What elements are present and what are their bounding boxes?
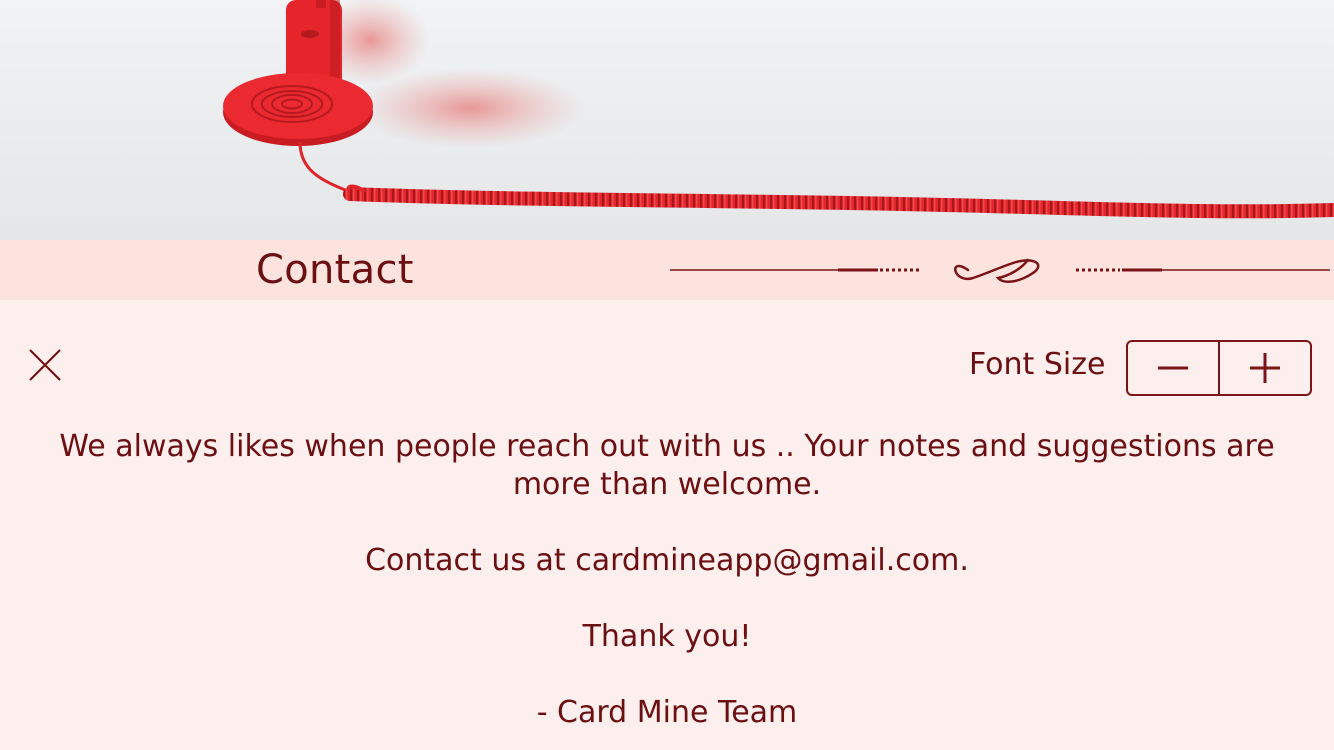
signature-text: - Card Mine Team	[536, 695, 798, 730]
page-title: Contact	[256, 247, 414, 293]
hero-image	[0, 0, 1334, 240]
close-icon	[29, 349, 61, 381]
decrease-font-button[interactable]	[1128, 342, 1218, 394]
font-size-label: Font Size	[969, 347, 1106, 382]
increase-font-button[interactable]	[1218, 342, 1310, 394]
thanks-text: Thank you!	[582, 619, 752, 654]
contact-message: We always likes when people reach out wi…	[40, 428, 1294, 732]
minus-icon	[1158, 366, 1188, 370]
font-size-stepper	[1126, 340, 1312, 396]
intro-text: We always likes when people reach out wi…	[59, 429, 1275, 502]
plus-icon	[1250, 353, 1280, 383]
close-button[interactable]	[22, 342, 70, 390]
contact-email-text: Contact us at cardmineapp@gmail.com.	[365, 543, 969, 578]
flourish-divider-icon	[668, 248, 1332, 296]
telephone-illustration	[0, 0, 1334, 240]
